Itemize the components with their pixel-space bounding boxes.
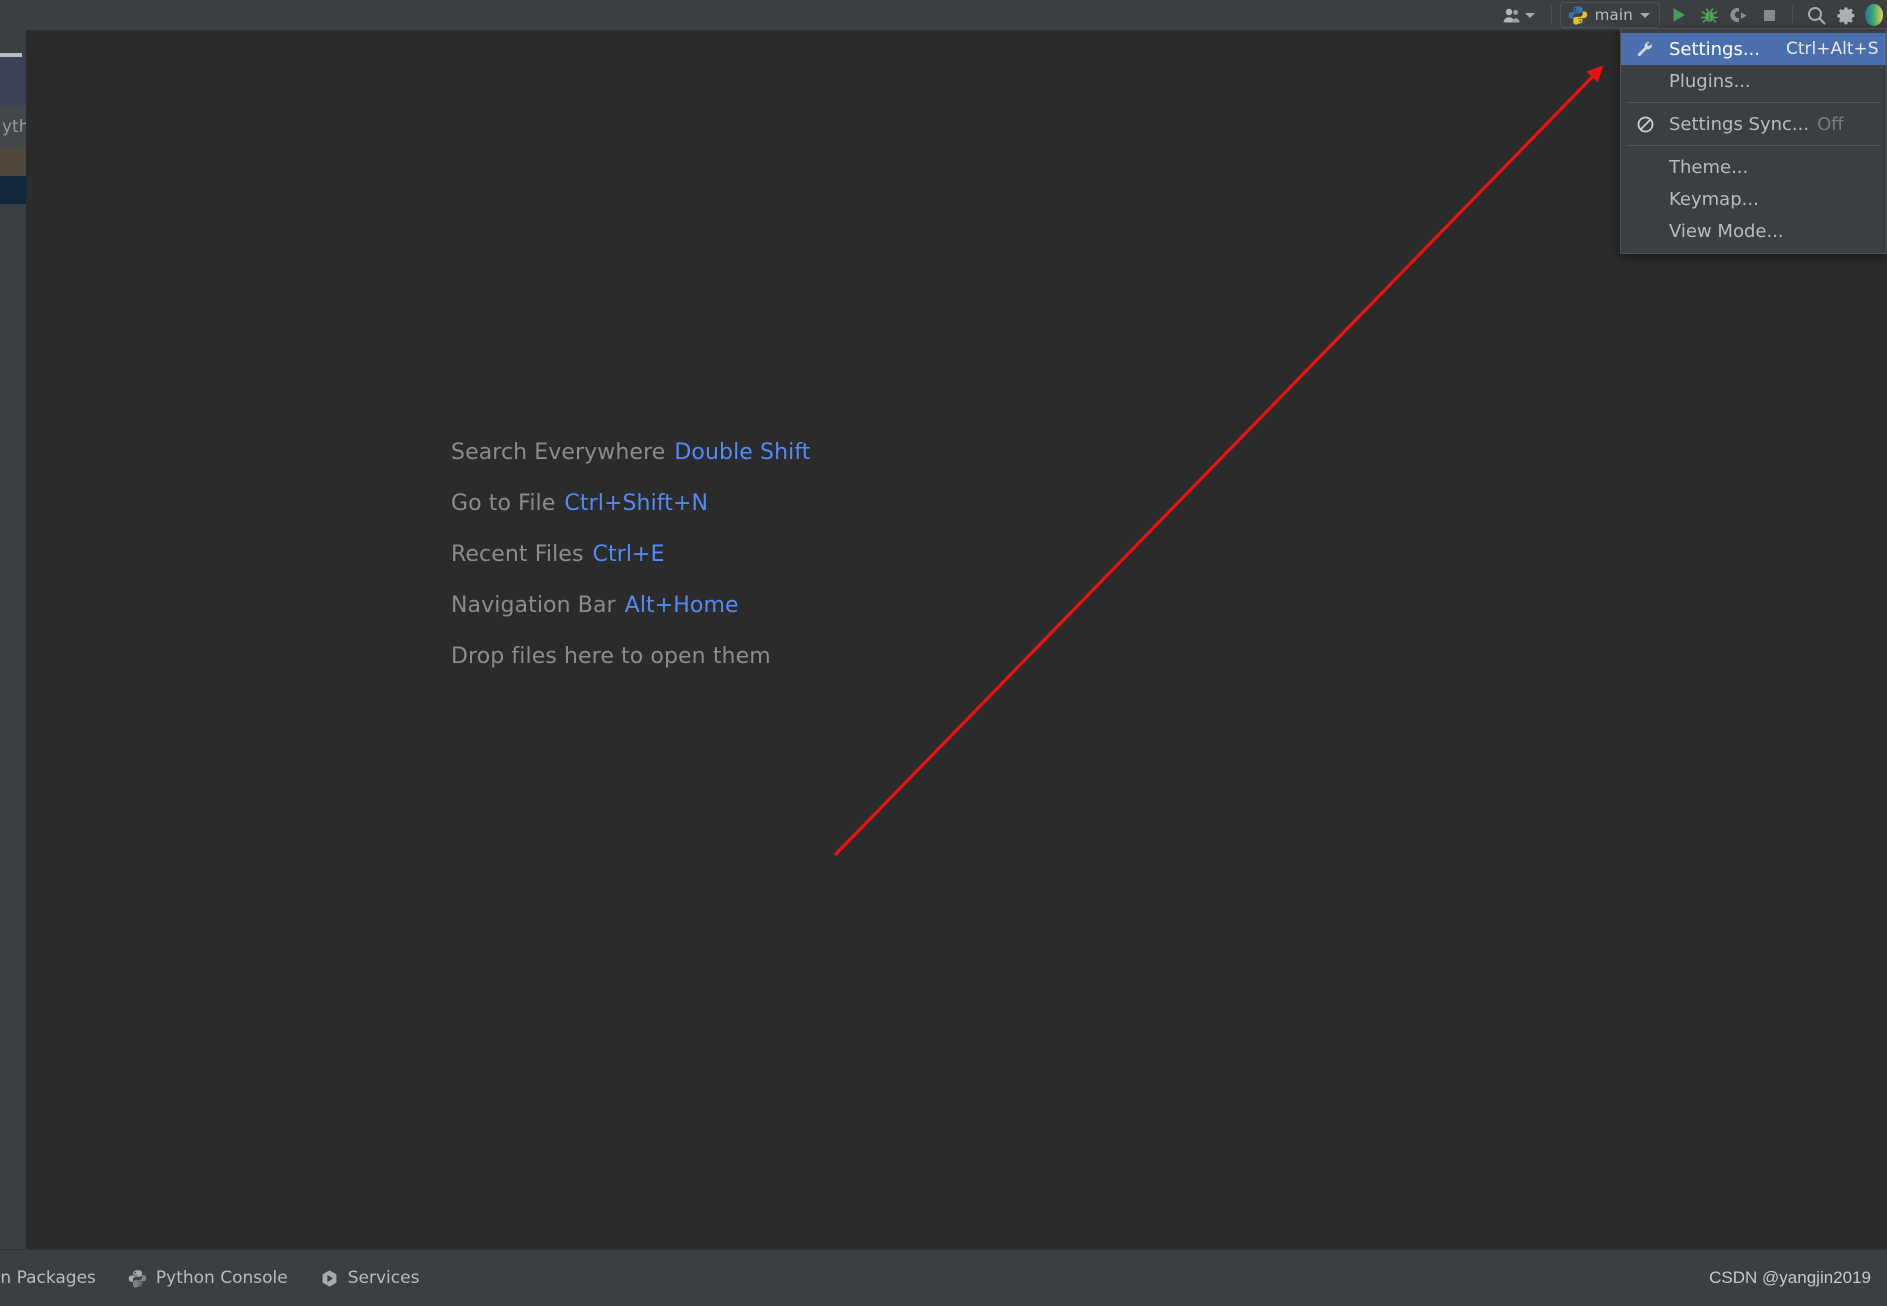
hint-shortcut: Double Shift <box>674 440 811 465</box>
hint-shortcut: Ctrl+E <box>592 542 665 567</box>
watermark: CSDN @yangjin2019 <box>1709 1268 1871 1287</box>
settings-dropdown-menu: Settings... Ctrl+Alt+S Plugins... Settin… <box>1620 28 1887 254</box>
pycharm-window: main yth Search Everywhere Double Shift … <box>0 0 1887 1306</box>
hint-row: Navigation Bar Alt+Home <box>451 593 811 618</box>
status-item-label: Services <box>347 1268 420 1288</box>
run-with-coverage-button[interactable] <box>1724 2 1754 28</box>
stop-square-icon <box>1763 9 1775 21</box>
menu-item-theme[interactable]: Theme... <box>1621 151 1886 183</box>
status-item-label: on Packages <box>0 1268 96 1288</box>
status-item-python-packages[interactable]: on Packages <box>0 1261 112 1295</box>
debug-bug-icon <box>1700 7 1718 23</box>
menu-item-view-mode[interactable]: View Mode... <box>1621 215 1886 247</box>
status-item-python-console[interactable]: Python Console <box>112 1261 304 1295</box>
status-item-services[interactable]: Services <box>304 1261 436 1295</box>
python-file-icon <box>1568 6 1587 25</box>
run-configuration-selector[interactable]: main <box>1559 2 1660 28</box>
run-configuration-label: main <box>1594 6 1633 24</box>
chevron-down-icon <box>1524 12 1535 18</box>
wrench-icon <box>1635 39 1655 59</box>
menu-separator <box>1627 145 1880 146</box>
debug-button[interactable] <box>1694 2 1724 28</box>
settings-button[interactable] <box>1831 2 1861 28</box>
editor-empty-area: Search Everywhere Double Shift Go to File… <box>26 30 1887 1249</box>
sync-disabled-icon <box>1635 114 1655 134</box>
user-accounts-icon <box>1503 8 1520 22</box>
menu-item-label: Plugins... <box>1669 70 1751 92</box>
editor-hints-list: Search Everywhere Double Shift Go to File… <box>451 440 811 669</box>
toolbar-separator <box>1792 6 1793 24</box>
left-panel-body <box>0 204 26 1272</box>
menu-item-suffix: Off <box>1817 113 1844 135</box>
menu-item-label: Settings... <box>1669 38 1760 60</box>
status-item-label: Python Console <box>155 1268 288 1288</box>
toolbar-separator <box>1550 6 1552 24</box>
left-panel-row-warning[interactable] <box>0 148 26 176</box>
left-panel-row-selected[interactable] <box>0 176 26 204</box>
hint-label: Recent Files <box>451 542 584 567</box>
menu-item-label: Keymap... <box>1669 188 1759 210</box>
account-menu-button[interactable] <box>1495 2 1543 28</box>
run-button[interactable] <box>1664 2 1694 28</box>
menu-separator <box>1627 102 1880 103</box>
hint-label: Search Everywhere <box>451 440 666 465</box>
run-coverage-icon <box>1729 7 1746 22</box>
main-toolbar: main <box>0 0 1887 30</box>
search-icon <box>1807 6 1826 25</box>
menu-item-shortcut: Ctrl+Alt+S <box>1786 39 1879 59</box>
search-everywhere-button[interactable] <box>1801 2 1831 28</box>
left-panel-header <box>0 53 26 106</box>
services-play-icon <box>322 1269 337 1287</box>
gear-icon <box>1836 6 1854 24</box>
hint-label: Drop files here to open them <box>451 644 771 669</box>
stop-button[interactable] <box>1754 2 1784 28</box>
hint-label: Go to File <box>451 491 556 516</box>
hint-row: Drop files here to open them <box>451 644 811 669</box>
hint-label: Navigation Bar <box>451 593 616 618</box>
menu-item-settings-sync[interactable]: Settings Sync... Off <box>1621 108 1886 140</box>
user-avatar[interactable] <box>1865 4 1883 26</box>
menu-item-settings[interactable]: Settings... Ctrl+Alt+S <box>1621 33 1886 65</box>
left-panel-label: yth <box>0 106 26 148</box>
python-console-icon <box>128 1269 147 1288</box>
hint-shortcut: Alt+Home <box>624 593 739 618</box>
hint-row: Search Everywhere Double Shift <box>451 440 811 465</box>
menu-item-label: Settings Sync... <box>1669 113 1810 135</box>
menu-item-plugins[interactable]: Plugins... <box>1621 65 1886 97</box>
chevron-down-icon <box>1640 12 1650 18</box>
hint-row: Go to File Ctrl+Shift+N <box>451 491 811 516</box>
hint-shortcut: Ctrl+Shift+N <box>564 491 709 516</box>
hint-row: Recent Files Ctrl+E <box>451 542 811 567</box>
left-tool-panel: yth <box>0 30 26 1272</box>
menu-item-label: Theme... <box>1669 156 1749 178</box>
menu-item-label: View Mode... <box>1669 220 1784 242</box>
run-play-icon <box>1673 8 1685 22</box>
menu-item-keymap[interactable]: Keymap... <box>1621 183 1886 215</box>
bottom-tool-window-bar: on Packages Python Console Services CSDN… <box>0 1249 1887 1306</box>
